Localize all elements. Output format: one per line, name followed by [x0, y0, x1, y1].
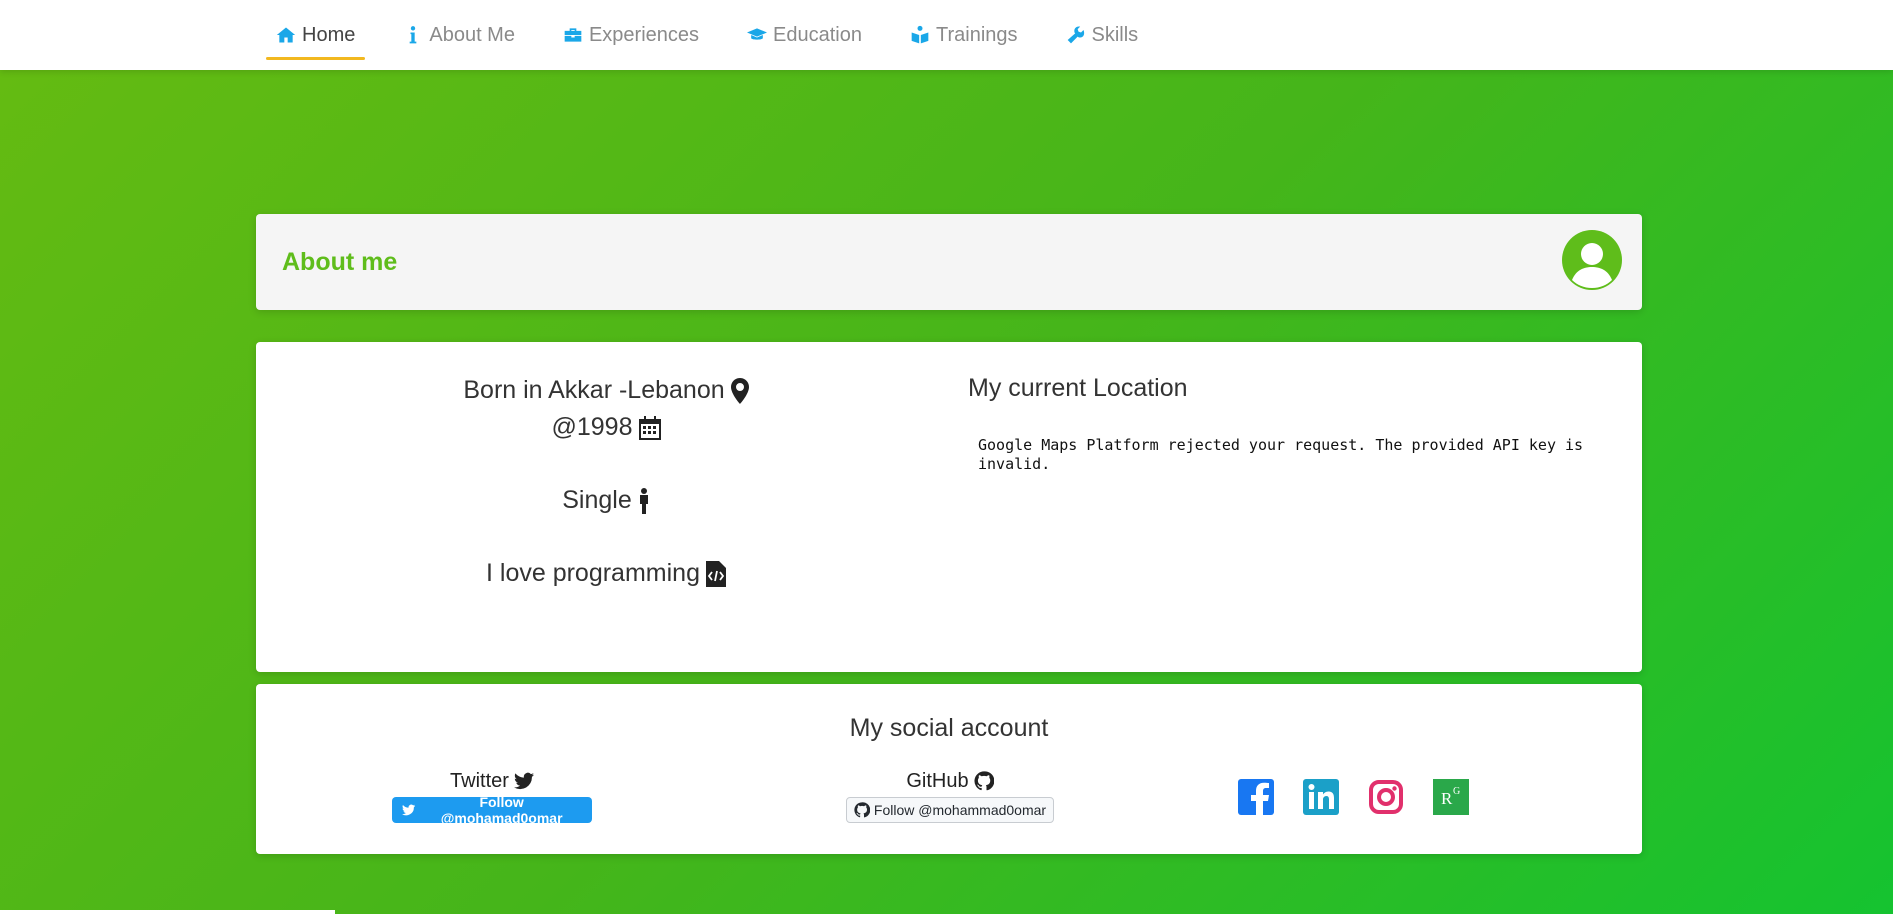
year-line: @1998	[256, 409, 956, 446]
nav-item-experiences[interactable]: Experiences	[553, 0, 709, 70]
personal-info: Born in Akkar -Lebanon @1998 Single I lo…	[256, 372, 956, 592]
info-icon	[403, 25, 423, 45]
github-icon	[974, 771, 994, 791]
nav-item-education[interactable]: Education	[737, 0, 872, 70]
nav-label-trainings: Trainings	[936, 23, 1018, 46]
map-error-message: Google Maps Platform rejected your reque…	[978, 436, 1584, 473]
instagram-icon[interactable]	[1368, 779, 1404, 815]
hobby-line: I love programming	[256, 555, 956, 592]
twitter-icon	[513, 772, 534, 790]
hobby-text: I love programming	[486, 559, 700, 587]
nav-item-about-me[interactable]: About Me	[393, 0, 525, 70]
info-card: Born in Akkar -Lebanon @1998 Single I lo…	[256, 342, 1642, 672]
github-mark-icon	[854, 802, 870, 818]
svg-text:R: R	[1441, 789, 1453, 808]
location-title: My current Location	[968, 374, 1188, 402]
facebook-icon[interactable]	[1238, 779, 1274, 815]
bottom-strip	[0, 910, 335, 914]
linkedin-icon[interactable]	[1303, 779, 1339, 815]
wrench-icon	[1066, 25, 1086, 45]
twitter-bird-icon	[402, 804, 416, 816]
github-follow-text: Follow @mohammad0omar	[873, 802, 1047, 818]
nav-label-home: Home	[302, 23, 356, 46]
nav-label-about-me: About Me	[429, 23, 515, 46]
twitter-label-text: Twitter	[450, 769, 509, 792]
github-block: GitHub Follow @mohammad0omar	[830, 768, 1070, 823]
social-title: My social account	[849, 714, 1049, 742]
nav-item-skills[interactable]: Skills	[1056, 0, 1149, 70]
twitter-follow-button[interactable]: Follow @mohamad0omar	[392, 794, 592, 826]
researchgate-icon[interactable]: RG	[1433, 779, 1469, 815]
top-navbar: Home About Me Experiences Education Trai…	[0, 0, 1893, 70]
user-avatar-icon	[1562, 230, 1622, 290]
github-label: GitHub	[830, 768, 1070, 794]
github-follow-button[interactable]: Follow @mohammad0omar	[845, 797, 1055, 823]
svg-text:G: G	[1453, 786, 1460, 797]
year-text: @1998	[551, 413, 633, 441]
status-line: Single	[256, 482, 956, 519]
about-header-card: About me	[256, 214, 1642, 310]
briefcase-icon	[563, 25, 583, 45]
born-text: Born in Akkar -Lebanon	[463, 376, 725, 404]
twitter-follow-text: Follow @mohamad0omar	[440, 794, 563, 826]
male-person-icon	[639, 487, 648, 514]
about-title: About me	[282, 248, 398, 276]
graduation-cap-icon	[747, 25, 768, 45]
nav-label-experiences: Experiences	[588, 23, 700, 46]
nav-item-trainings[interactable]: Trainings	[900, 0, 1028, 70]
twitter-block: Twitter Follow @mohamad0omar	[392, 768, 592, 826]
born-line: Born in Akkar -Lebanon	[256, 372, 956, 409]
nav-label-skills: Skills	[1091, 23, 1139, 46]
map-marker-icon	[730, 377, 749, 404]
nav-item-home[interactable]: Home	[266, 0, 366, 70]
status-text: Single	[562, 486, 632, 514]
home-icon	[276, 25, 296, 45]
nav-items: Home About Me Experiences Education Trai…	[266, 0, 1176, 70]
file-code-icon	[705, 560, 726, 587]
social-card: My social account Twitter Follow @mohama…	[256, 684, 1642, 854]
calendar-icon	[638, 415, 661, 440]
github-label-text: GitHub	[906, 769, 969, 792]
book-reader-icon	[910, 25, 930, 45]
twitter-label: Twitter	[392, 768, 592, 794]
nav-label-education: Education	[773, 23, 862, 46]
